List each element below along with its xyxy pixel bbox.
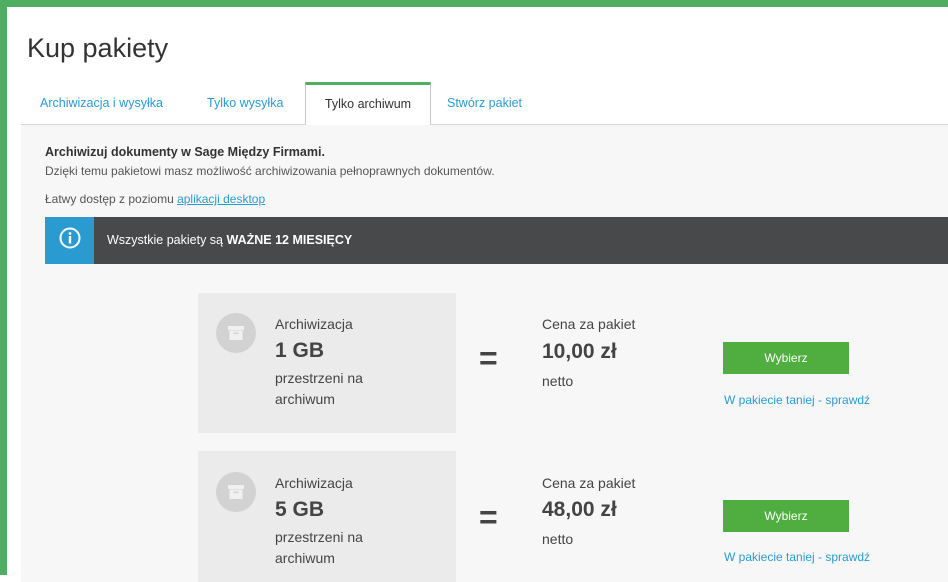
info-banner-text: Wszystkie pakiety są WAŻNE 12 MIESIĘCY [107, 217, 352, 264]
tab-create-package[interactable]: Stwórz pakiet [447, 82, 522, 124]
price-value: 10,00 zł [542, 340, 617, 363]
choose-package-button[interactable]: Wybierz [723, 500, 849, 532]
package-name: Archiwizacja [275, 316, 353, 332]
intro-link-prefix: Łatwy dostęp z poziomu [45, 192, 178, 206]
package-size: 1 GB [275, 339, 325, 362]
tab-archiving-and-sending[interactable]: Archiwizacja i wysyłka [40, 82, 163, 124]
archive-box-icon [216, 313, 256, 353]
info-text-prefix: Wszystkie pakiety są [107, 233, 227, 247]
tab-bar: Archiwizacja i wysyłka Tylko wysyłka Tyl… [21, 82, 948, 126]
info-banner: Wszystkie pakiety są WAŻNE 12 MIESIĘCY [45, 217, 948, 264]
tab-content-panel: Archiwizuj dokumenty w Sage Między Firma… [21, 125, 948, 582]
package-name: Archiwizacja [275, 475, 353, 491]
package-card-5gb: Archiwizacja 5 GB przestrzeni na archiwu… [198, 451, 456, 582]
price-unit: netto [542, 531, 574, 547]
package-card-1gb: Archiwizacja 1 GB przestrzeni na archiwu… [198, 293, 456, 433]
app-window: Kup pakiety Archiwizacja i wysyłka Tylko… [0, 0, 948, 582]
archive-box-icon [216, 472, 256, 512]
equals-sign: = [479, 499, 498, 535]
price-unit: netto [542, 373, 574, 389]
intro-desktop-access: Łatwy dostęp z poziomu aplikacji desktop [45, 192, 265, 206]
equals-sign: = [479, 340, 498, 376]
tab-archive-only[interactable]: Tylko archiwum [305, 82, 431, 126]
package-desc-line-1: przestrzeni na [275, 529, 363, 545]
package-desc-line-2: archiwum [275, 391, 335, 407]
tab-sending-only[interactable]: Tylko wysyłka [207, 82, 283, 124]
info-text-bold: WAŻNE 12 MIESIĘCY [226, 233, 353, 247]
package-description: przestrzeni na archiwum [275, 527, 445, 569]
page-title: Kup pakiety [27, 33, 169, 63]
intro-heading: Archiwizuj dokumenty w Sage Między Firma… [45, 145, 325, 159]
price-value: 48,00 zł [542, 498, 617, 521]
cheaper-in-bundle-link[interactable]: W pakiecie taniej - sprawdź [724, 393, 870, 407]
price-label: Cena za pakiet [542, 316, 636, 332]
desktop-app-link[interactable]: aplikacji desktop [177, 192, 265, 206]
choose-package-button[interactable]: Wybierz [723, 342, 849, 374]
info-icon [59, 227, 81, 254]
price-label: Cena za pakiet [542, 475, 636, 491]
info-icon-container [45, 217, 94, 264]
package-desc-line-1: przestrzeni na [275, 370, 363, 386]
package-description: przestrzeni na archiwum [275, 368, 445, 410]
package-desc-line-2: archiwum [275, 550, 335, 566]
intro-description: Dzięki temu pakietowi masz możliwość arc… [45, 164, 495, 178]
cheaper-in-bundle-link[interactable]: W pakiecie taniej - sprawdź [724, 550, 870, 564]
package-size: 5 GB [275, 498, 325, 521]
